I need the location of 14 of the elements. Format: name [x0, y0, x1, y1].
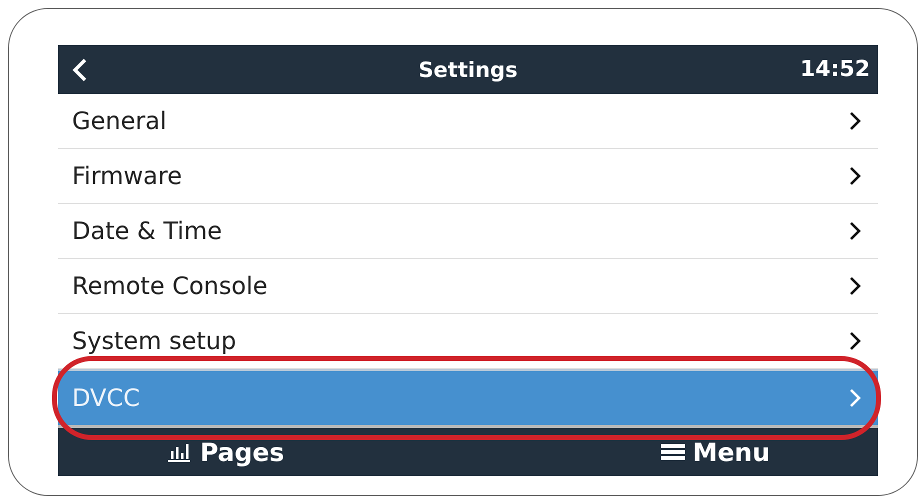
chevron-icon — [848, 110, 862, 132]
chevron-icon — [848, 275, 862, 297]
chevron-icon — [848, 220, 862, 242]
chevron-icon — [848, 165, 862, 187]
clock-time: 14:52 — [800, 57, 870, 82]
screen-title: Settings — [418, 58, 518, 82]
chevron-icon — [848, 330, 862, 352]
menu-icon — [660, 442, 685, 462]
bar-chart-icon — [166, 442, 192, 462]
back-icon — [72, 58, 88, 82]
pages-button[interactable]: Pages — [166, 438, 284, 466]
chevron-icon — [848, 387, 862, 409]
menu-button[interactable]: Menu — [660, 438, 770, 466]
back-button[interactable] — [72, 58, 88, 82]
